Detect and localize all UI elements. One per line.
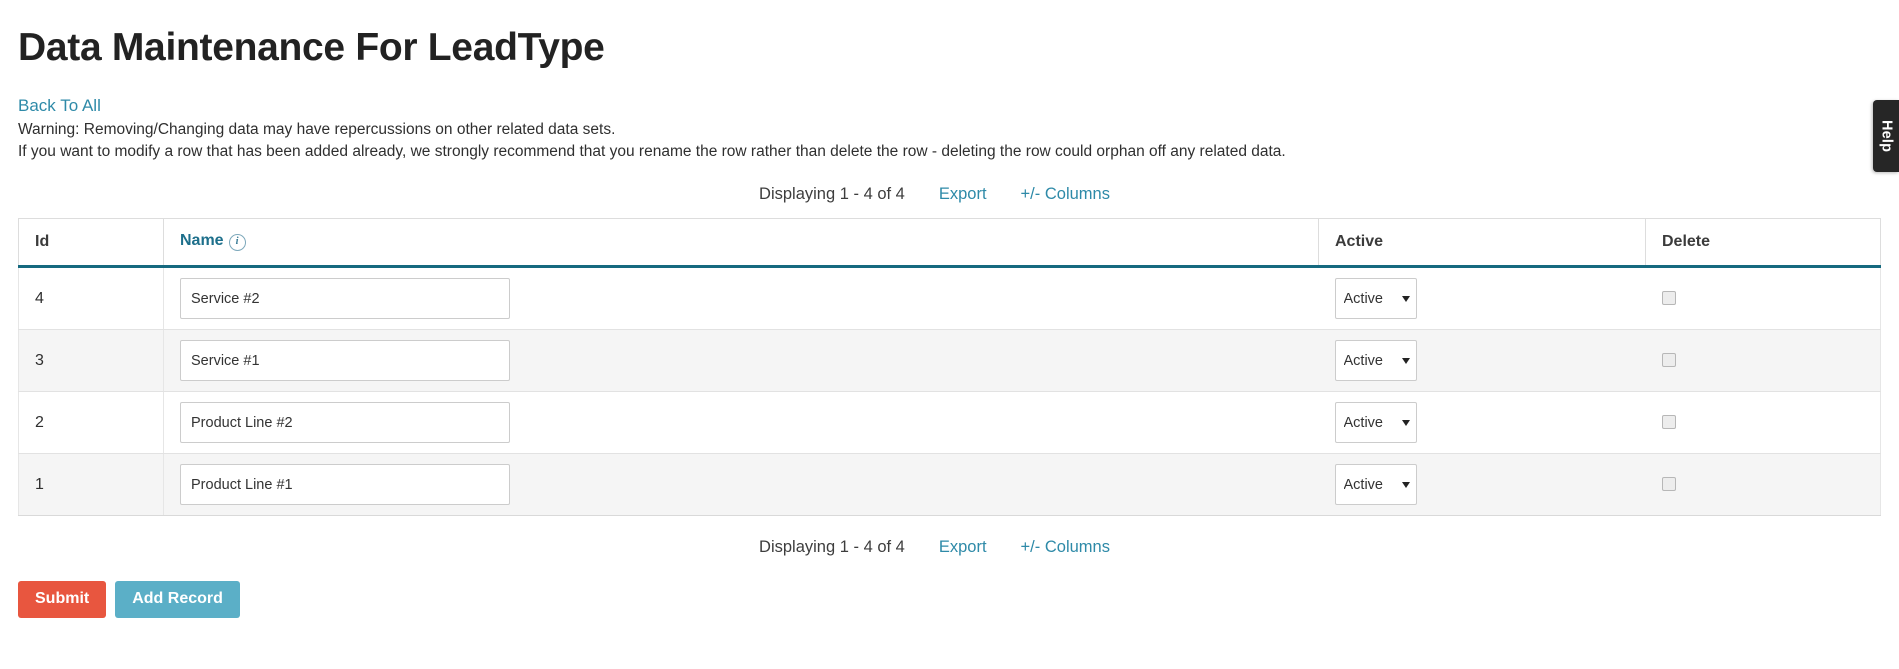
- active-select[interactable]: ActiveInactive: [1334, 278, 1417, 320]
- column-header-name-sort-link[interactable]: Name: [180, 232, 224, 249]
- name-input[interactable]: [180, 402, 510, 444]
- row-name-cell: [163, 329, 1319, 393]
- row-delete-cell: [1645, 329, 1881, 393]
- intro-block: Back To All Warning: Removing/Changing d…: [18, 94, 1881, 164]
- row-active-cell: ActiveInactive: [1318, 453, 1646, 517]
- submit-button[interactable]: Submit: [18, 581, 107, 619]
- help-tab[interactable]: Help: [1873, 100, 1899, 172]
- active-select[interactable]: ActiveInactive: [1334, 402, 1417, 444]
- row-id-cell: 3: [18, 329, 164, 393]
- table-row: 3 ActiveInactive: [18, 329, 1881, 393]
- row-delete-cell: [1645, 391, 1881, 455]
- column-header-name: Name i: [163, 218, 1319, 269]
- pagination-bar-top: Displaying 1 - 4 of 4 Export +/- Columns: [18, 185, 1881, 204]
- active-select[interactable]: ActiveInactive: [1334, 340, 1417, 382]
- table-body: 4 ActiveInactive 3 ActiveInactive 2 ActiveIna…: [18, 266, 1881, 517]
- info-icon[interactable]: i: [228, 234, 246, 252]
- name-input[interactable]: [180, 340, 510, 382]
- row-active-cell: ActiveInactive: [1318, 391, 1646, 455]
- row-id-cell: 1: [18, 453, 164, 517]
- name-input[interactable]: [180, 278, 510, 320]
- active-select-wrapper: ActiveInactive: [1334, 278, 1417, 320]
- page-title: Data Maintenance For LeadType: [18, 26, 605, 69]
- export-link-top[interactable]: Export: [939, 185, 987, 204]
- row-name-cell: [163, 453, 1319, 517]
- row-active-cell: ActiveInactive: [1318, 266, 1646, 331]
- table-row: 1 ActiveInactive: [18, 453, 1881, 517]
- row-delete-cell: [1645, 453, 1881, 517]
- column-header-delete-label: Delete: [1662, 232, 1711, 250]
- row-id-cell: 2: [18, 391, 164, 455]
- table-row: 4 ActiveInactive: [18, 266, 1881, 331]
- page-root: Data Maintenance For LeadType Back To Al…: [0, 0, 1899, 669]
- active-select-wrapper: ActiveInactive: [1334, 464, 1417, 506]
- table-header-row: Id Name i Active Delete: [18, 218, 1881, 269]
- row-id-cell: 4: [18, 266, 164, 331]
- action-buttons: Submit Add Record: [18, 581, 1881, 619]
- add-record-button[interactable]: Add Record: [115, 581, 240, 619]
- column-header-id: Id: [18, 218, 164, 269]
- back-to-all-link[interactable]: Back To All: [18, 94, 101, 119]
- delete-checkbox[interactable]: [1661, 414, 1676, 429]
- warning-line-2: If you want to modify a row that has bee…: [18, 143, 1286, 160]
- delete-checkbox[interactable]: [1661, 290, 1676, 305]
- row-name-cell: [163, 391, 1319, 455]
- active-select[interactable]: ActiveInactive: [1334, 464, 1417, 506]
- pagination-bar-bottom: Displaying 1 - 4 of 4 Export +/- Columns: [18, 538, 1881, 557]
- table-header: Id Name i Active Delete: [18, 218, 1881, 269]
- row-active-cell: ActiveInactive: [1318, 329, 1646, 393]
- active-select-wrapper: ActiveInactive: [1334, 402, 1417, 444]
- warning-line-1: Warning: Removing/Changing data may have…: [18, 120, 616, 138]
- column-header-active-label: Active: [1335, 232, 1384, 250]
- row-delete-cell: [1645, 266, 1881, 331]
- table-row: 2 ActiveInactive: [18, 391, 1881, 455]
- name-input[interactable]: [180, 464, 510, 506]
- column-header-id-label: Id: [35, 232, 50, 250]
- help-tab-label: Help: [1878, 119, 1895, 153]
- delete-checkbox[interactable]: [1661, 352, 1676, 367]
- columns-toggle-link-bottom[interactable]: +/- Columns: [1021, 538, 1110, 557]
- record-count-bottom: Displaying 1 - 4 of 4: [759, 538, 905, 557]
- row-name-cell: [163, 266, 1319, 331]
- export-link-bottom[interactable]: Export: [939, 538, 987, 557]
- record-count-top: Displaying 1 - 4 of 4: [759, 185, 905, 204]
- delete-checkbox[interactable]: [1661, 476, 1676, 491]
- columns-toggle-link-top[interactable]: +/- Columns: [1021, 185, 1110, 204]
- column-header-active: Active: [1318, 218, 1646, 269]
- column-header-delete: Delete: [1645, 218, 1881, 269]
- active-select-wrapper: ActiveInactive: [1334, 340, 1417, 382]
- data-maintenance-table: Id Namei Active Delete 4 ActiveInactive 3 A…: [18, 218, 1881, 517]
